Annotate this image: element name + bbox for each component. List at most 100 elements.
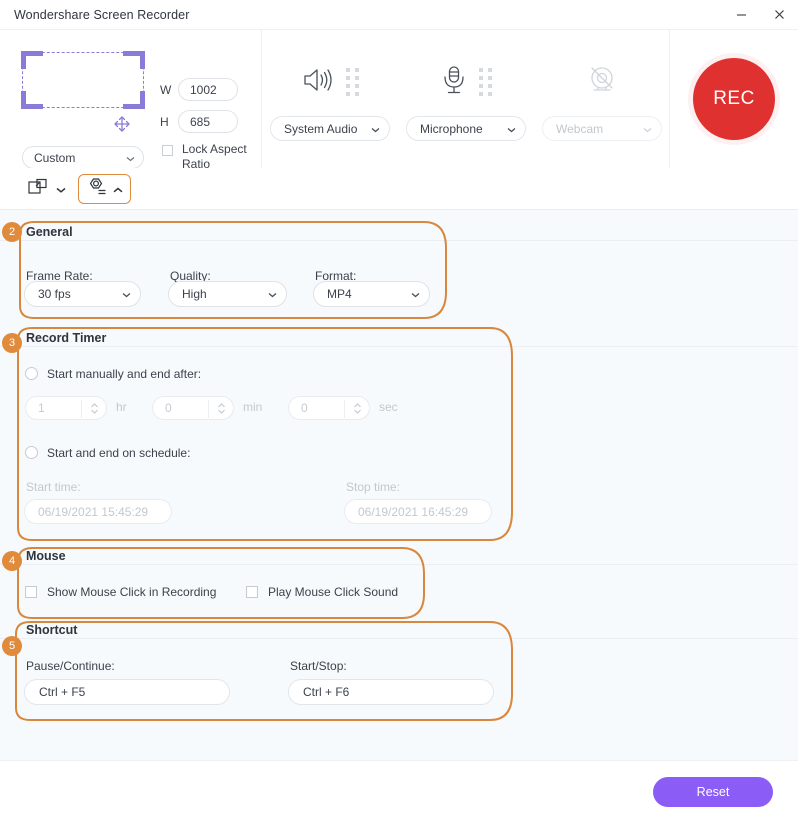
region-column: Custom W 1002 H 685 Lock Aspect Ratio	[0, 30, 262, 171]
shortcut-section-title: Shortcut	[26, 623, 78, 637]
show-mouse-click-label: Show Mouse Click in Recording	[47, 585, 217, 599]
stop-time-label: Stop time:	[346, 480, 401, 494]
selection-region-icon[interactable]	[21, 51, 145, 109]
chevron-up-icon[interactable]	[113, 180, 123, 198]
close-button[interactable]	[760, 0, 798, 30]
format-value: MP4	[327, 287, 352, 301]
spinner-arrows-icon[interactable]	[353, 402, 362, 415]
play-mouse-click-sound-row[interactable]: Play Mouse Click Sound	[246, 585, 398, 599]
timer-seconds-input[interactable]: 0	[288, 396, 370, 420]
chevron-down-icon	[411, 287, 420, 301]
start-stop-label: Start/Stop:	[290, 659, 347, 673]
step-badge-2: 2	[2, 222, 22, 242]
chevron-down-icon	[507, 122, 516, 136]
lock-aspect-ratio-checkbox[interactable]	[162, 145, 173, 156]
width-label: W	[160, 82, 172, 97]
schedule-label: Start and end on schedule:	[47, 446, 191, 460]
timer-minutes-input[interactable]: 0	[152, 396, 234, 420]
footer-bar: Reset	[0, 760, 798, 814]
frame-rate-value: 30 fps	[38, 287, 71, 301]
width-row: W 1002	[160, 78, 256, 101]
reset-button[interactable]: Reset	[653, 777, 773, 807]
system-audio-level-indicator[interactable]	[346, 68, 359, 96]
shortcut-section-divider	[0, 638, 798, 639]
quality-value: High	[182, 287, 207, 301]
window-controls	[722, 0, 798, 30]
microphone-group: Microphone	[398, 30, 534, 168]
region-preset-value: Custom	[34, 150, 76, 165]
microphone-icon[interactable]	[440, 64, 468, 101]
microphone-level-indicator[interactable]	[479, 68, 492, 96]
webcam-off-icon[interactable]	[585, 64, 619, 101]
mode-toolbar: 1	[0, 168, 798, 350]
start-manually-radio[interactable]	[25, 367, 38, 380]
play-mouse-click-sound-checkbox[interactable]	[246, 586, 258, 598]
recorder-settings-button[interactable]	[78, 174, 131, 204]
step-badge-4: 4	[2, 551, 22, 571]
start-manually-label: Start manually and end after:	[47, 367, 202, 381]
chevron-down-icon	[268, 287, 277, 301]
height-row: H 685	[160, 110, 256, 133]
frame-rate-select[interactable]: 30 fps	[24, 281, 141, 307]
chevron-down-icon	[122, 287, 131, 301]
timer-hours-unit: hr	[116, 400, 127, 414]
record-timer-section-title: Record Timer	[26, 331, 107, 345]
region-preset-select[interactable]: Custom	[22, 146, 144, 169]
width-input[interactable]: 1002	[178, 78, 238, 101]
height-label: H	[160, 114, 169, 129]
screen-capture-icon	[28, 178, 48, 201]
webcam-value: Webcam	[556, 121, 604, 136]
screen-recorder-window: Wondershare Screen Recorder Custom W 100…	[0, 0, 798, 814]
webcam-icon-row	[585, 60, 619, 104]
start-time-label: Start time:	[26, 480, 81, 494]
pause-continue-label: Pause/Continue:	[26, 659, 115, 673]
chevron-down-icon[interactable]	[56, 180, 66, 198]
step-badge-5: 5	[2, 636, 22, 656]
settings-body: General Frame Rate: 30 fps Quality: High…	[0, 210, 798, 760]
record-button[interactable]: REC	[693, 58, 775, 140]
mouse-section-divider	[0, 564, 798, 565]
pause-continue-input[interactable]: Ctrl + F5	[24, 679, 230, 705]
timer-seconds-value: 0	[301, 401, 308, 415]
screen-capture-mode-button[interactable]	[22, 174, 72, 204]
start-stop-input[interactable]: Ctrl + F6	[288, 679, 494, 705]
timer-minutes-unit: min	[243, 400, 263, 414]
capture-top-panel: Custom W 1002 H 685 Lock Aspect Ratio Sy…	[0, 30, 798, 171]
quality-select[interactable]: High	[168, 281, 287, 307]
move-handle-icon[interactable]	[112, 114, 132, 134]
show-mouse-click-checkbox[interactable]	[25, 586, 37, 598]
chevron-down-icon	[126, 151, 135, 165]
record-column: REC	[670, 30, 798, 168]
step-badge-3: 3	[2, 333, 22, 353]
window-title: Wondershare Screen Recorder	[14, 7, 190, 22]
general-section-title: General	[26, 225, 73, 239]
start-time-input[interactable]: 06/19/2021 15:45:29	[24, 499, 172, 524]
title-bar: Wondershare Screen Recorder	[0, 0, 798, 30]
show-mouse-click-row[interactable]: Show Mouse Click in Recording	[25, 585, 216, 599]
record-timer-section-divider	[0, 346, 798, 347]
spinner-arrows-icon[interactable]	[90, 402, 99, 415]
timer-hours-input[interactable]: 1	[25, 396, 107, 420]
webcam-group: Webcam	[534, 30, 670, 168]
microphone-icon-row	[440, 60, 492, 104]
timer-minutes-value: 0	[165, 401, 172, 415]
system-audio-select[interactable]: System Audio	[270, 116, 390, 141]
system-audio-group: System Audio	[262, 30, 398, 168]
recorder-settings-icon	[86, 177, 106, 201]
timer-hours-value: 1	[38, 401, 45, 415]
format-select[interactable]: MP4	[313, 281, 430, 307]
chevron-down-icon	[643, 122, 652, 136]
microphone-value: Microphone	[420, 121, 483, 136]
general-section-divider	[0, 240, 798, 241]
minimize-button[interactable]	[722, 0, 760, 30]
speaker-icon[interactable]	[301, 65, 335, 100]
system-audio-icon-row	[301, 60, 359, 104]
webcam-select[interactable]: Webcam	[542, 116, 662, 141]
schedule-radio[interactable]	[25, 446, 38, 459]
stop-time-input[interactable]: 06/19/2021 16:45:29	[344, 499, 492, 524]
microphone-select[interactable]: Microphone	[406, 116, 526, 141]
timer-seconds-unit: sec	[379, 400, 398, 414]
spinner-arrows-icon[interactable]	[217, 402, 226, 415]
play-mouse-click-sound-label: Play Mouse Click Sound	[268, 585, 399, 599]
height-input[interactable]: 685	[178, 110, 238, 133]
